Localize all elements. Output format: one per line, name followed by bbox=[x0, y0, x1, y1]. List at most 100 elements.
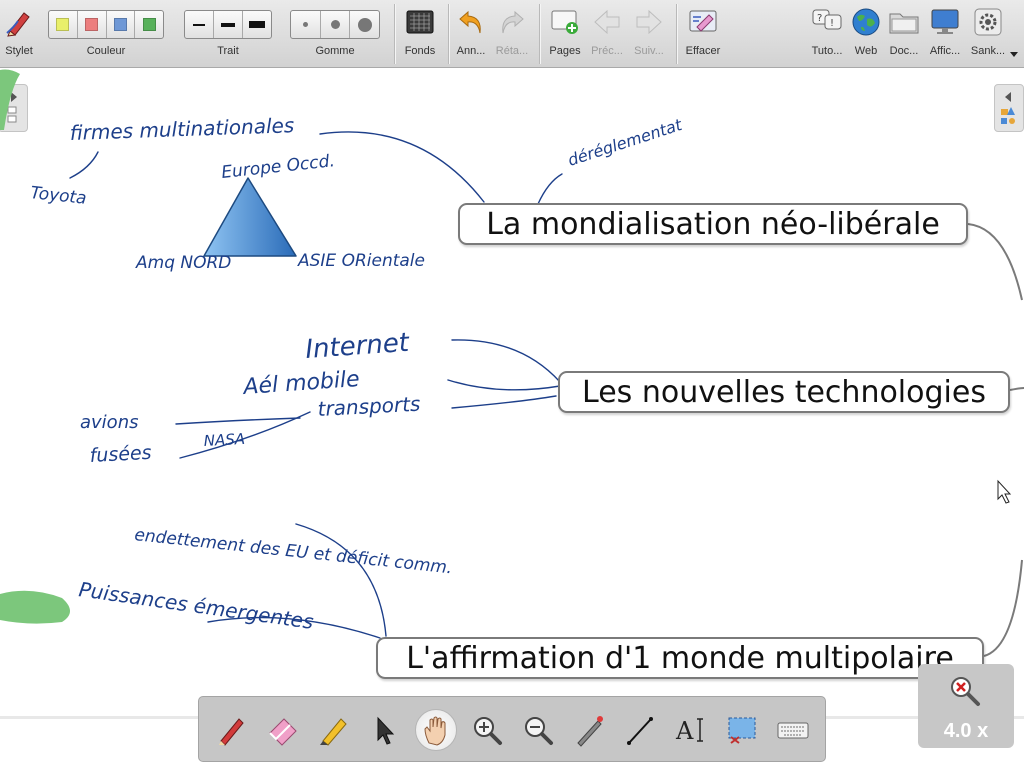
new-page-icon bbox=[551, 10, 578, 34]
mindmap-node-globalization[interactable]: La mondialisation néo-libérale bbox=[458, 203, 968, 245]
zoom-reset-icon bbox=[951, 677, 980, 706]
pen-tool-button[interactable] bbox=[211, 709, 253, 751]
whiteboard-app: Stylet Couleur Trait Gomme Fonds Ann... … bbox=[0, 0, 1024, 768]
pointer-arrow-icon bbox=[377, 716, 395, 745]
folder-icon bbox=[889, 13, 919, 34]
stroke-thin[interactable] bbox=[185, 11, 214, 38]
help-bubble-icon: ? ! bbox=[812, 9, 842, 30]
color-red[interactable] bbox=[78, 11, 107, 38]
screen-capture-icon bbox=[728, 717, 756, 744]
annotation: Europe Occd. bbox=[220, 151, 335, 183]
stylus-label: Stylet bbox=[5, 45, 33, 57]
display-button[interactable]: Affic... bbox=[924, 0, 966, 68]
stylus-icon bbox=[6, 12, 30, 37]
tutorial-button[interactable]: ? ! Tuto... bbox=[806, 0, 848, 68]
undo-button[interactable]: Ann... bbox=[450, 0, 492, 68]
undo-icon bbox=[459, 10, 481, 34]
highlighter-icon bbox=[320, 718, 347, 746]
zoom-in-tool-button[interactable] bbox=[466, 709, 508, 751]
laser-pointer-icon bbox=[577, 716, 603, 747]
background-grid-icon bbox=[406, 10, 434, 34]
node-text: Les nouvelles technologies bbox=[582, 374, 986, 410]
web-button[interactable]: Web bbox=[848, 0, 884, 68]
annotation: ASIE ORientale bbox=[297, 251, 425, 271]
hand-tool-button[interactable] bbox=[415, 709, 457, 751]
annotation: Puissances émergentes bbox=[77, 577, 315, 634]
background-button[interactable]: Fonds bbox=[398, 0, 442, 68]
redo-label: Réta... bbox=[495, 45, 529, 57]
stroke-medium[interactable] bbox=[214, 11, 243, 38]
tutorial-label: Tuto... bbox=[811, 45, 843, 57]
background-label: Fonds bbox=[404, 45, 436, 57]
zoom-out-tool-button[interactable] bbox=[517, 709, 559, 751]
mindmap-node-technologies[interactable]: Les nouvelles technologies bbox=[558, 371, 1010, 413]
eraser-tool-button[interactable] bbox=[262, 709, 304, 751]
mindmap-node-multipolar[interactable]: L'affirmation d'1 monde multipolaire bbox=[376, 637, 984, 679]
undo-label: Ann... bbox=[456, 45, 486, 57]
previous-page-button[interactable]: Préc... bbox=[586, 0, 628, 68]
annotation: Toyota bbox=[29, 183, 87, 209]
zoom-indicator[interactable]: 4.0 x bbox=[918, 664, 1014, 748]
line-tool-button[interactable] bbox=[619, 709, 661, 751]
color-blue[interactable] bbox=[107, 11, 136, 38]
annotation: firmes multinationales bbox=[69, 113, 294, 145]
node-text: La mondialisation néo-libérale bbox=[486, 206, 940, 242]
color-green[interactable] bbox=[135, 11, 163, 38]
sankore-label: Sank... bbox=[970, 45, 1006, 57]
svg-text:?: ? bbox=[817, 13, 822, 24]
eraser-large[interactable] bbox=[350, 11, 379, 38]
documents-button[interactable]: Doc... bbox=[884, 0, 924, 68]
mindmap-connectors bbox=[967, 223, 1024, 657]
highlighter-mark bbox=[0, 590, 70, 624]
triangle-shape[interactable] bbox=[203, 177, 297, 257]
line-icon bbox=[627, 717, 653, 745]
color-label: Couleur bbox=[86, 45, 126, 57]
pages-label: Pages bbox=[549, 45, 581, 57]
keyboard-icon bbox=[777, 722, 809, 739]
eraser-size-picker[interactable]: Gomme bbox=[286, 0, 384, 68]
annotation: fusées bbox=[89, 442, 152, 467]
annotation: transports bbox=[317, 392, 421, 421]
globe-icon bbox=[852, 8, 880, 36]
clear-page-icon bbox=[689, 10, 717, 32]
stroke-width-picker[interactable]: Trait bbox=[180, 0, 276, 68]
sankore-menu-button[interactable]: Sank... bbox=[966, 0, 1010, 68]
menu-dropdown-icon[interactable] bbox=[1010, 52, 1018, 57]
stroke-label: Trait bbox=[217, 45, 239, 57]
monitor-icon bbox=[931, 9, 959, 34]
text-tool-button[interactable]: A bbox=[670, 709, 712, 751]
color-picker[interactable]: Couleur bbox=[44, 0, 168, 68]
stylus-tool[interactable]: Stylet bbox=[0, 0, 38, 68]
annotation: avions bbox=[80, 412, 138, 433]
zoom-level-text: 4.0 x bbox=[943, 720, 989, 742]
selector-tool-button[interactable] bbox=[364, 709, 406, 751]
documents-label: Doc... bbox=[889, 45, 919, 57]
toolbar-separator bbox=[448, 4, 449, 64]
hand-icon bbox=[424, 716, 446, 746]
previous-label: Préc... bbox=[591, 45, 623, 57]
clear-button[interactable]: Effacer bbox=[680, 0, 726, 68]
color-yellow[interactable] bbox=[49, 11, 78, 38]
highlighter-tool-button[interactable] bbox=[313, 709, 355, 751]
pages-button[interactable]: Pages bbox=[544, 0, 586, 68]
next-page-button[interactable]: Suiv... bbox=[628, 0, 670, 68]
display-label: Affic... bbox=[929, 45, 961, 57]
eraser-small[interactable] bbox=[291, 11, 321, 38]
laser-pointer-tool-button[interactable] bbox=[568, 709, 610, 751]
svg-text:!: ! bbox=[830, 18, 834, 29]
stroke-thick[interactable] bbox=[243, 11, 271, 38]
capture-tool-button[interactable] bbox=[721, 709, 763, 751]
node-text: L'affirmation d'1 monde multipolaire bbox=[406, 640, 954, 676]
main-toolbar: Stylet Couleur Trait Gomme Fonds Ann... … bbox=[0, 0, 1024, 68]
annotation: endettement des EU et déficit comm. bbox=[133, 525, 453, 578]
eraser-medium[interactable] bbox=[321, 11, 351, 38]
arrow-right-icon bbox=[636, 9, 662, 35]
web-label: Web bbox=[854, 45, 878, 57]
pen-icon bbox=[219, 718, 244, 746]
toolbar-separator bbox=[676, 4, 677, 64]
tool-palette: A bbox=[198, 696, 826, 762]
svg-text:A: A bbox=[675, 717, 694, 745]
virtual-keyboard-button[interactable] bbox=[772, 709, 814, 751]
eraser-icon bbox=[269, 718, 297, 746]
redo-button[interactable]: Réta... bbox=[492, 0, 532, 68]
